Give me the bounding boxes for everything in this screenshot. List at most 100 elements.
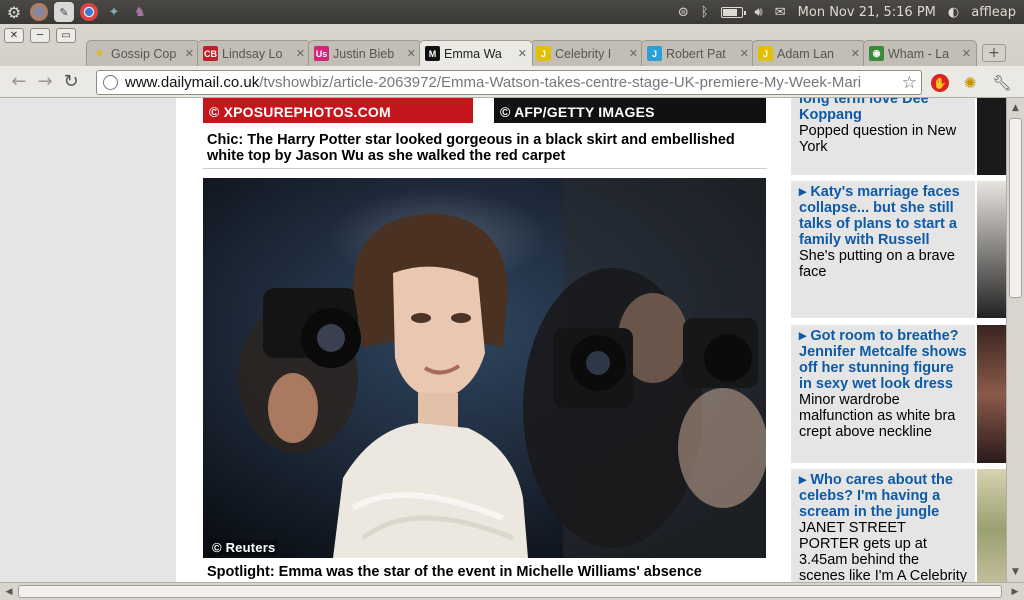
tab-dm[interactable]: M Emma Wa ✕ <box>419 40 533 66</box>
address-bar[interactable]: www.dailymail.co.uk/tvshowbiz/article-20… <box>96 70 922 95</box>
tab-close-icon[interactable]: ✕ <box>962 47 971 60</box>
horizontal-scrollbar[interactable]: ◀ ▶ <box>0 582 1024 600</box>
tab-cb[interactable]: CB Lindsay Lo ✕ <box>197 40 311 66</box>
firefox-icon[interactable] <box>30 3 48 21</box>
toolbar: ← → ↻ www.dailymail.co.uk/tvshowbiz/arti… <box>0 66 1024 98</box>
top-image-left: © XPOSUREPHOTOS.COM <box>203 98 473 123</box>
chrome-icon[interactable] <box>80 3 98 21</box>
battery-icon[interactable] <box>720 6 746 18</box>
tab-j[interactable]: J Celebrity I ✕ <box>530 40 644 66</box>
bookmark-star-icon[interactable]: ☆ <box>902 73 917 93</box>
cb-favicon-icon: CB <box>203 46 218 61</box>
tab-label: Wham - La <box>888 46 950 61</box>
caption-spotlight: Spotlight: Emma was the star of the even… <box>207 564 702 580</box>
photo-credit-right: © AFP/GETTY IMAGES <box>500 104 655 120</box>
j-favicon-icon: J <box>536 46 551 61</box>
story-item[interactable]: long term love Dee Koppang Popped questi… <box>791 98 975 175</box>
j-favicon-icon: J <box>758 46 773 61</box>
scroll-down-arrow-icon[interactable]: ▼ <box>1007 564 1024 580</box>
story-subtitle: JANET STREET PORTER gets up at 3.45am be… <box>799 520 967 582</box>
tab-jj[interactable]: J Robert Pat ✕ <box>641 40 755 66</box>
extension-gear-icon[interactable]: ✺ <box>960 73 980 93</box>
text-editor-icon[interactable]: ✎ <box>54 2 74 22</box>
story-headline[interactable]: ▸ Who cares about the celebs? I'm having… <box>799 472 967 520</box>
bluetooth-icon[interactable]: ᛒ <box>701 5 709 20</box>
dm-favicon-icon: M <box>425 46 440 61</box>
url-host: www.dailymail.co.uk <box>125 74 260 91</box>
story-headline[interactable]: ▸ Katy's marriage faces collapse... but … <box>799 184 967 248</box>
tab-close-icon[interactable]: ✕ <box>407 47 416 60</box>
panel-launchers: ⚙ ✎ ✦ ♞ <box>0 2 150 22</box>
story-headline[interactable]: ▸ Got room to breathe? Jennifer Metcalfe… <box>799 328 967 392</box>
scroll-up-arrow-icon[interactable]: ▲ <box>1007 100 1024 116</box>
story-thumbnail[interactable] <box>977 98 1007 175</box>
tab-close-icon[interactable]: ✕ <box>185 47 194 60</box>
tab-close-icon[interactable]: ✕ <box>851 47 860 60</box>
minimize-window-icon[interactable]: ─ <box>30 28 50 43</box>
us-favicon-icon: Us <box>314 46 329 61</box>
tab-close-icon[interactable]: ✕ <box>518 47 527 60</box>
user-icon: ◐ <box>947 4 960 20</box>
new-tab-button[interactable]: + <box>982 44 1006 62</box>
story-thumbnail[interactable] <box>977 469 1007 582</box>
puzzle-icon[interactable]: ✦ <box>104 2 124 22</box>
tab-wham[interactable]: ◉ Wham - La ✕ <box>863 40 977 66</box>
tab-close-icon[interactable]: ✕ <box>629 47 638 60</box>
vertical-scrollbar[interactable]: ▲ ▼ <box>1006 98 1024 582</box>
story-thumbnail[interactable] <box>977 325 1007 463</box>
emma-watson-photo[interactable]: © Reuters <box>203 178 766 558</box>
ubuntu-logo-icon[interactable]: ⚙ <box>4 2 24 22</box>
story-headline-text[interactable]: Got room to breathe? Jennifer Metcalfe s… <box>799 328 967 392</box>
wrench-menu-icon[interactable]: 🔧︎ <box>992 73 1012 93</box>
tab-label: Robert Pat <box>666 46 726 61</box>
url-path: /tvshowbiz/article-2063972/Emma-Watson-t… <box>259 74 862 91</box>
clock-label[interactable]: Mon Nov 21, 5:16 PM <box>798 5 936 20</box>
story-headline-text[interactable]: Katy's marriage faces collapse... but sh… <box>799 184 960 248</box>
scroll-right-arrow-icon[interactable]: ▶ <box>1007 584 1023 600</box>
tab-label: Emma Wa <box>444 46 502 61</box>
tab-j[interactable]: J Adam Lan ✕ <box>752 40 866 66</box>
close-window-icon[interactable]: ✕ <box>4 28 24 43</box>
tab-label: Justin Bieb <box>333 46 395 61</box>
story-thumbnail[interactable] <box>977 181 1007 318</box>
story-headline-text[interactable]: Who cares about the celebs? I'm having a… <box>799 472 953 520</box>
network-icon[interactable]: ⊜ <box>678 5 689 20</box>
star-favicon-icon: ★ <box>95 48 104 58</box>
page-viewport: © XPOSUREPHOTOS.COM © AFP/GETTY IMAGES C… <box>0 98 1024 582</box>
story-item[interactable]: ▸ Who cares about the celebs? I'm having… <box>791 469 975 582</box>
arrow-bullet-icon: ▸ <box>799 184 807 200</box>
tab-strip: ★ Gossip Cop ✕ CB Lindsay Lo ✕ Us Justin Bieb ✕ M… <box>86 40 1006 66</box>
reload-icon[interactable]: ↻ <box>58 69 84 95</box>
tab-label: Lindsay Lo <box>222 46 283 61</box>
scroll-left-arrow-icon[interactable]: ◀ <box>1 584 17 600</box>
globe-icon <box>103 75 118 90</box>
pidgin-icon[interactable]: ♞ <box>130 2 150 22</box>
tab-star[interactable]: ★ Gossip Cop ✕ <box>86 40 200 66</box>
user-name[interactable]: affleap <box>971 5 1016 20</box>
story-subtitle: Popped question in New York <box>799 123 957 155</box>
story-subtitle: Minor wardrobe malfunction as white bra … <box>799 392 956 440</box>
maximize-window-icon[interactable]: ▭ <box>56 28 76 43</box>
tab-close-icon[interactable]: ✕ <box>296 47 305 60</box>
story-item[interactable]: ▸ Got room to breathe? Jennifer Metcalfe… <box>791 325 975 463</box>
story-item[interactable]: ▸ Katy's marriage faces collapse... but … <box>791 181 975 318</box>
tab-us[interactable]: Us Justin Bieb ✕ <box>308 40 422 66</box>
top-image-right: © AFP/GETTY IMAGES <box>494 98 766 123</box>
volume-icon[interactable]: 🔊︎ <box>755 5 763 20</box>
arrow-bullet-icon: ▸ <box>799 328 807 344</box>
adblock-icon[interactable]: ✋ <box>930 73 950 93</box>
tab-close-icon[interactable]: ✕ <box>740 47 749 60</box>
story-subtitle: She's putting on a brave face <box>799 248 955 280</box>
article-page: © XPOSUREPHOTOS.COM © AFP/GETTY IMAGES C… <box>176 98 1024 582</box>
photo-credit-left: © XPOSUREPHOTOS.COM <box>209 104 391 120</box>
vertical-scroll-thumb[interactable] <box>1009 118 1022 298</box>
forward-arrow-icon[interactable]: → <box>32 69 58 95</box>
story-headline[interactable]: long term love Dee Koppang <box>799 98 967 123</box>
tab-label: Celebrity I <box>555 46 612 61</box>
panel-indicators: ⊜ ᛒ 🔊︎ ✉ Mon Nov 21, 5:16 PM ◐ affleap <box>678 5 1024 20</box>
mail-icon[interactable]: ✉ <box>775 5 786 20</box>
jj-favicon-icon: J <box>647 46 662 61</box>
horizontal-scroll-thumb[interactable] <box>18 585 1002 598</box>
photo-illustration <box>203 178 766 558</box>
back-arrow-icon[interactable]: ← <box>6 69 32 95</box>
